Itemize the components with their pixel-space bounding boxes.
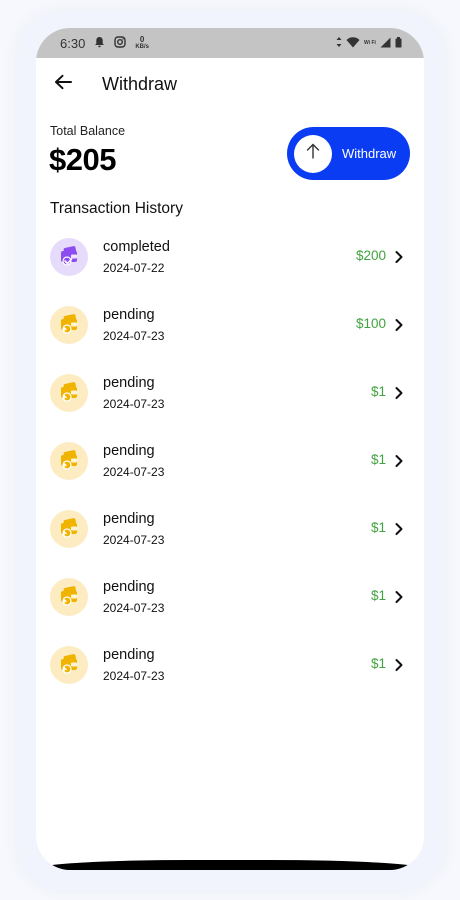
wifi-label: Wi Fi (364, 39, 376, 46)
transaction-row[interactable]: pending 2024-07-23 $1 (36, 568, 424, 636)
transaction-status: pending (103, 307, 155, 323)
transaction-row[interactable]: pending 2024-07-23 $100 (36, 296, 424, 364)
transaction-row[interactable]: completed 2024-07-22 $200 (36, 228, 424, 296)
notification-bell-icon (94, 36, 105, 51)
transaction-amount: $200 (355, 248, 386, 263)
transaction-status: pending (103, 647, 155, 663)
arrow-up-icon (306, 143, 320, 164)
transaction-icon (50, 578, 88, 616)
wallet-icon (58, 584, 80, 611)
wallet-icon (58, 244, 80, 271)
transaction-status: completed (103, 239, 170, 255)
wallet-icon (58, 380, 80, 407)
transaction-status: pending (103, 375, 155, 391)
transaction-status: pending (103, 579, 155, 595)
chevron-right-icon (394, 386, 404, 400)
wallet-icon (58, 652, 80, 679)
transaction-amount: $1 (370, 656, 386, 671)
arrow-left-icon (54, 74, 72, 95)
status-left: 6:30 0 KB/s (60, 36, 149, 51)
transaction-date: 2024-07-23 (103, 533, 165, 547)
instagram-icon (114, 35, 127, 51)
transaction-amount: $1 (370, 384, 386, 399)
wallet-icon (58, 516, 80, 543)
bottom-bar (36, 860, 424, 870)
battery-icon (395, 36, 402, 51)
transaction-date: 2024-07-23 (103, 329, 165, 343)
transaction-amount: $100 (355, 316, 386, 331)
transaction-history-title: Transaction History (50, 200, 183, 217)
app-bar: Withdraw (36, 66, 424, 102)
transaction-icon (50, 306, 88, 344)
transaction-date: 2024-07-23 (103, 465, 165, 479)
transaction-amount: $1 (370, 588, 386, 603)
chevron-right-icon (394, 318, 404, 332)
back-button[interactable] (52, 73, 74, 95)
transaction-status: pending (103, 443, 155, 459)
transaction-date: 2024-07-22 (103, 261, 165, 275)
chevron-right-icon (394, 658, 404, 672)
phone-screen: 6:30 0 KB/s Wi Fi Withdraw Total Balance… (36, 28, 424, 870)
transaction-icon (50, 442, 88, 480)
data-arrows-icon (336, 36, 342, 51)
transaction-amount: $1 (370, 520, 386, 535)
transaction-icon (50, 646, 88, 684)
transaction-status: pending (103, 511, 155, 527)
status-time: 6:30 (60, 35, 86, 51)
signal-icon (380, 36, 391, 51)
chevron-right-icon (394, 522, 404, 536)
page-title: Withdraw (102, 73, 178, 94)
status-bar: 6:30 0 KB/s Wi Fi (36, 28, 424, 58)
transaction-date: 2024-07-23 (103, 601, 165, 615)
chevron-right-icon (394, 454, 404, 468)
transaction-icon (50, 510, 88, 548)
wifi-icon (346, 36, 360, 51)
transaction-row[interactable]: pending 2024-07-23 $1 (36, 636, 424, 704)
transaction-icon (50, 238, 88, 276)
transaction-date: 2024-07-23 (103, 669, 165, 683)
network-speed: 0 KB/s (135, 35, 149, 51)
total-balance-label: Total Balance (50, 124, 126, 138)
transaction-row[interactable]: pending 2024-07-23 $1 (36, 364, 424, 432)
total-balance-amount: $205 (49, 142, 116, 177)
chevron-right-icon (394, 250, 404, 264)
transaction-date: 2024-07-23 (103, 397, 165, 411)
chevron-right-icon (394, 590, 404, 604)
withdraw-button-label: Withdraw (342, 146, 397, 161)
transaction-icon (50, 374, 88, 412)
network-speed-unit: KB/s (135, 44, 149, 50)
transaction-amount: $1 (370, 452, 386, 467)
withdraw-button[interactable]: Withdraw (287, 127, 410, 180)
status-right: Wi Fi (336, 36, 402, 51)
transaction-list: completed 2024-07-22 $200 pending 2024-07-23… (36, 228, 424, 704)
wallet-icon (58, 448, 80, 475)
transaction-row[interactable]: pending 2024-07-23 $1 (36, 432, 424, 500)
withdraw-icon-circle (294, 134, 332, 173)
network-speed-value: 0 (139, 35, 145, 44)
wallet-icon (58, 312, 80, 339)
transaction-row[interactable]: pending 2024-07-23 $1 (36, 500, 424, 568)
